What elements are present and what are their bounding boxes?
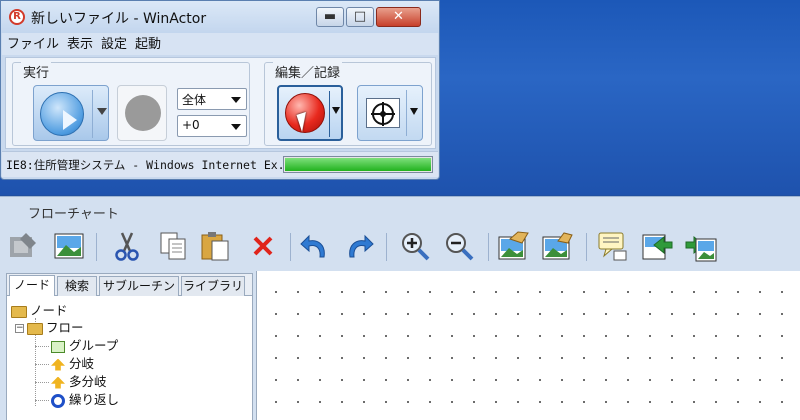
run-group: 実行 全体 +0 [12, 62, 250, 146]
import-image-icon[interactable] [684, 229, 718, 263]
maximize-icon: □ [353, 9, 367, 24]
capture-image-icon[interactable] [496, 229, 530, 263]
tree-item-loop[interactable]: 繰り返し [51, 391, 119, 409]
paste-icon[interactable] [198, 229, 232, 263]
undo-icon[interactable] [298, 229, 332, 263]
tree-item-label: フロー [46, 320, 84, 335]
progress-fill [285, 158, 431, 171]
tab-node[interactable]: ノード [9, 275, 55, 296]
tree-item-group[interactable]: グループ [51, 337, 118, 355]
copy-icon[interactable] [156, 229, 190, 263]
maximize-button[interactable]: □ [346, 7, 374, 27]
folder-icon [27, 322, 43, 335]
offset-select-value: +0 [182, 118, 200, 132]
tree-item-node[interactable]: ノード [11, 302, 68, 320]
zoom-in-icon[interactable] [398, 229, 432, 263]
export-image-icon[interactable] [640, 229, 674, 263]
tree-item-label: 分岐 [69, 356, 95, 371]
tab-library[interactable]: ライブラリ [181, 276, 245, 296]
tree-item-label: 多分岐 [69, 374, 107, 389]
branch-node-icon [51, 358, 65, 371]
edit-record-group: 編集／記録 [264, 62, 432, 146]
multi-branch-node-icon [51, 376, 65, 389]
tab-search[interactable]: 検索 [57, 276, 97, 296]
target-window-icon [366, 98, 400, 128]
zoom-out-icon[interactable] [442, 229, 476, 263]
tab-subroutine[interactable]: サブルーチン [99, 276, 179, 296]
chevron-down-icon[interactable] [97, 108, 107, 115]
loop-node-icon [51, 393, 65, 408]
tree-item-flow[interactable]: − フロー [15, 319, 84, 337]
node-panel-tabs: ノード 検索 サブルーチン ライブラリ [7, 274, 252, 296]
record-button[interactable] [277, 85, 343, 141]
redo-icon[interactable] [342, 229, 376, 263]
menu-bar: ファイル 表示 設定 起動 [2, 33, 438, 55]
window-title: 新しいファイル - WinActor [31, 11, 207, 27]
edit-record-group-label: 編集／記録 [273, 62, 343, 81]
node-panel: ノード 検索 サブルーチン ライブラリ ノード − フロー グループ 分岐 多分… [6, 273, 253, 420]
tree-item-multi-branch[interactable]: 多分岐 [51, 373, 107, 391]
tree-item-branch[interactable]: 分岐 [51, 355, 94, 373]
play-button[interactable] [33, 85, 109, 141]
close-icon: ✕ [393, 9, 404, 24]
control-panel: 実行 全体 +0 編集／記録 [5, 57, 436, 149]
run-group-label: 実行 [21, 62, 52, 81]
window-titlebar[interactable]: R 新しいファイル - WinActor ▬ □ ✕ [1, 1, 439, 33]
stop-button[interactable] [117, 85, 167, 141]
scope-select-value: 全体 [182, 93, 207, 107]
status-bar: IE8:住所管理システム - Windows Internet Ex... [2, 151, 438, 177]
tree-item-label: ノード [30, 303, 68, 318]
chevron-down-icon[interactable] [332, 107, 340, 114]
menu-launch[interactable]: 起動 [130, 34, 164, 56]
offset-select[interactable]: +0 [177, 115, 247, 137]
winactor-logo-icon: R [9, 9, 25, 25]
target-window-status: IE8:住所管理システム - Windows Internet Ex... [6, 158, 299, 172]
folder-icon [11, 305, 27, 318]
winactor-window: R 新しいファイル - WinActor ▬ □ ✕ ファイル 表示 設定 起動 実行… [0, 0, 440, 180]
menu-file[interactable]: ファイル [2, 34, 62, 56]
minimize-icon: ▬ [323, 9, 337, 24]
comment-icon[interactable] [596, 229, 630, 263]
capture-image-2-icon[interactable] [540, 229, 574, 263]
chevron-down-icon [231, 97, 241, 103]
progress-bar [283, 156, 433, 173]
tree-item-label: 繰り返し [69, 392, 120, 407]
flowchart-window: フローチャート ノード 検索 サブルーチン ライブラリ ノード − フロー グル… [0, 196, 800, 420]
close-button[interactable]: ✕ [376, 7, 421, 27]
tree-item-label: グループ [69, 338, 119, 353]
flowchart-toolbar [0, 225, 800, 267]
edit-node-icon[interactable] [6, 229, 40, 263]
flowchart-title: フローチャート [28, 207, 119, 222]
target-select-button[interactable] [357, 85, 423, 141]
minimize-button[interactable]: ▬ [316, 7, 344, 27]
delete-icon[interactable] [246, 229, 280, 263]
chevron-down-icon [231, 124, 241, 130]
menu-view[interactable]: 表示 [62, 34, 96, 56]
flowchart-canvas[interactable] [256, 271, 800, 420]
group-node-icon [51, 340, 65, 353]
scope-select[interactable]: 全体 [177, 88, 247, 110]
cut-icon[interactable] [110, 229, 144, 263]
image-icon[interactable] [52, 229, 86, 263]
menu-settings[interactable]: 設定 [96, 34, 130, 56]
chevron-down-icon[interactable] [410, 108, 418, 115]
stop-icon [125, 95, 161, 131]
play-icon [40, 92, 84, 136]
collapse-icon[interactable]: − [15, 324, 24, 333]
